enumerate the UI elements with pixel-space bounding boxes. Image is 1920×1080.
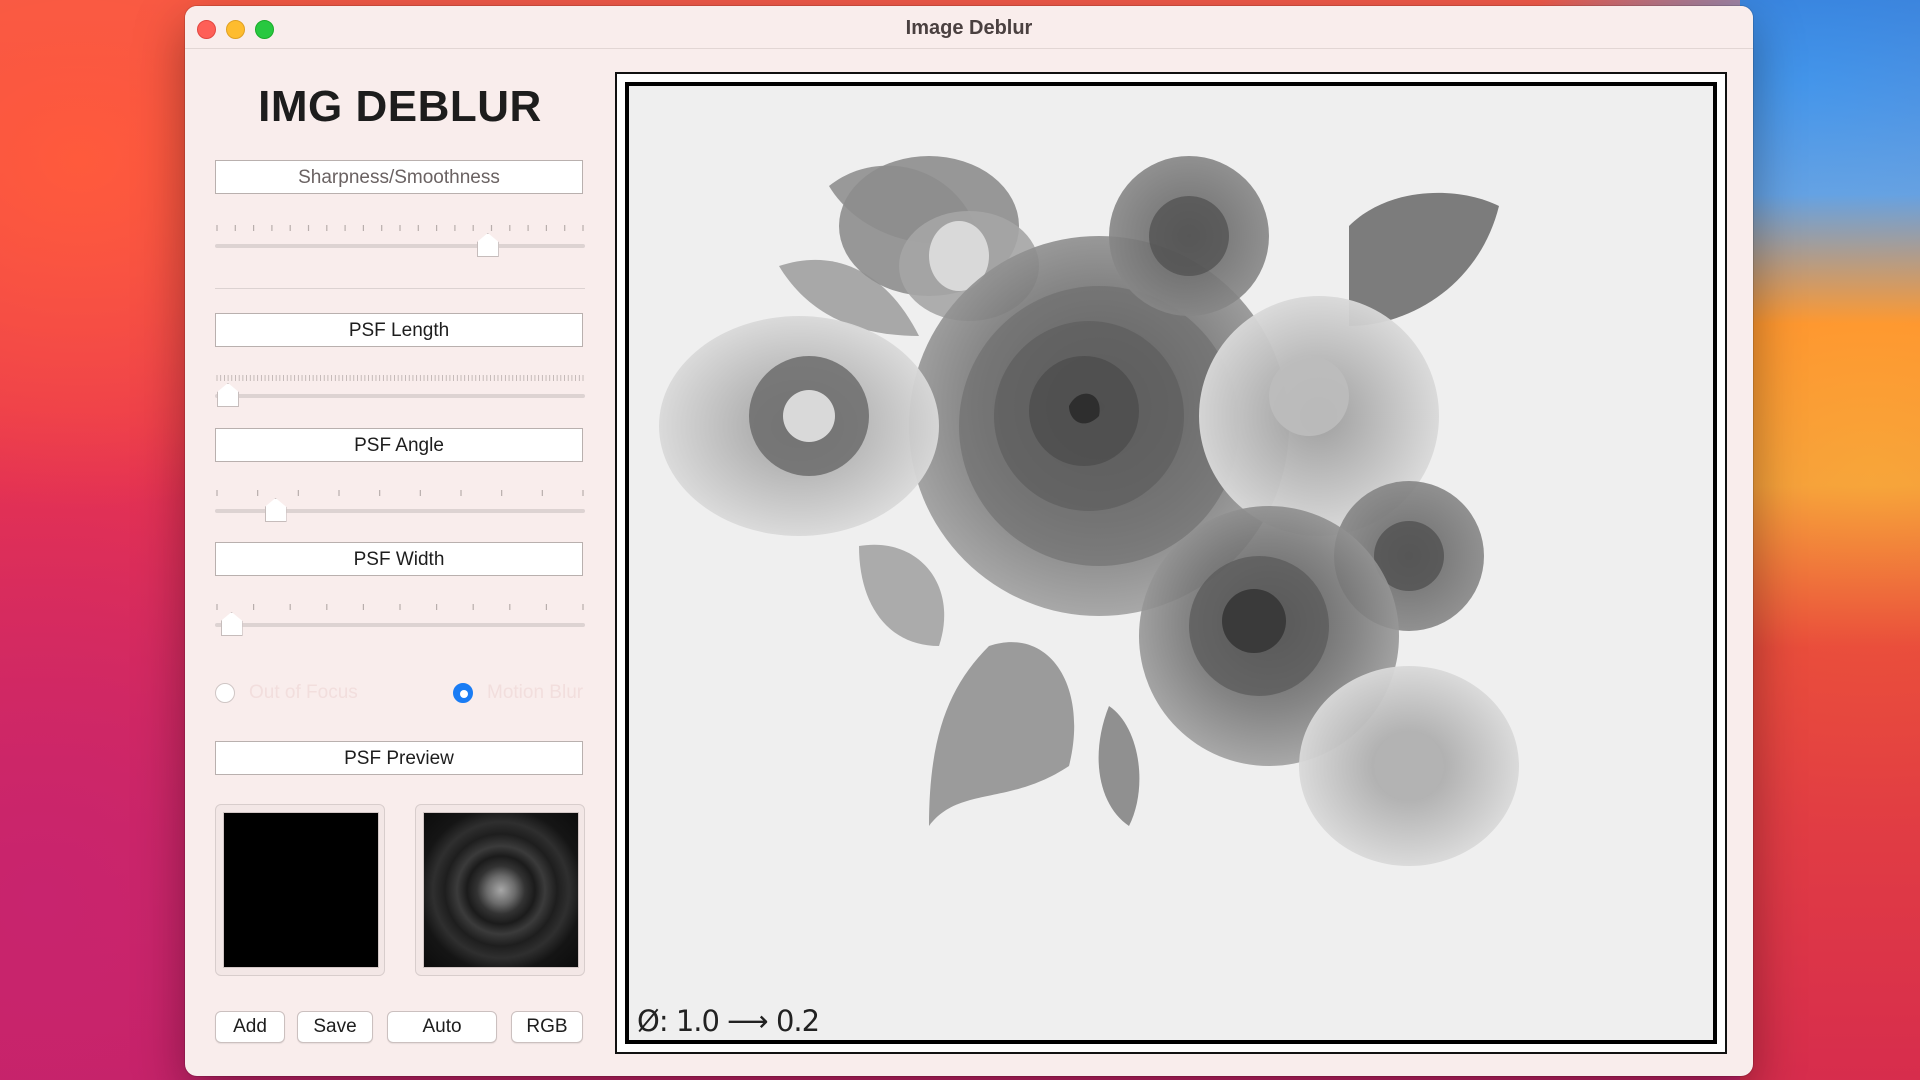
slider-thumb[interactable] bbox=[476, 233, 499, 257]
slider-ticks bbox=[216, 375, 584, 381]
slider-ticks bbox=[216, 490, 584, 496]
out-of-focus-option[interactable]: Out of Focus bbox=[215, 680, 358, 706]
section-divider bbox=[215, 288, 585, 289]
app-window: Image Deblur IMG DEBLUR Sharpness/Smooth… bbox=[185, 6, 1753, 1076]
psf-width-label: PSF Width bbox=[215, 542, 583, 576]
psf-preview-label: PSF Preview bbox=[215, 741, 583, 775]
psf-spectrum-preview bbox=[415, 804, 585, 976]
psf-width-slider[interactable] bbox=[215, 602, 585, 642]
auto-button[interactable]: Auto bbox=[387, 1011, 497, 1043]
psf-angle-label: PSF Angle bbox=[215, 428, 583, 462]
slider-track bbox=[215, 244, 585, 248]
save-button[interactable]: Save bbox=[297, 1011, 373, 1043]
slider-thumb[interactable] bbox=[220, 612, 243, 636]
out-of-focus-label: Out of Focus bbox=[249, 682, 358, 703]
deblur-status-readout: Ø: 1.0 ⟶ 0.2 bbox=[637, 1004, 820, 1038]
slider-track bbox=[215, 394, 585, 398]
add-button[interactable]: Add bbox=[215, 1011, 285, 1043]
image-viewport[interactable]: Ø: 1.0 ⟶ 0.2 bbox=[625, 82, 1717, 1044]
psf-spectrum-image bbox=[423, 812, 579, 968]
out-of-focus-radio[interactable] bbox=[215, 683, 235, 703]
psf-length-slider[interactable] bbox=[215, 373, 585, 413]
rgb-button[interactable]: RGB bbox=[511, 1011, 583, 1043]
psf-length-label: PSF Length bbox=[215, 313, 583, 347]
flower-bouquet-image bbox=[659, 156, 1519, 866]
slider-ticks bbox=[216, 604, 584, 610]
psf-kernel-preview bbox=[215, 804, 385, 976]
psf-kernel-image bbox=[223, 812, 379, 968]
psf-angle-slider[interactable] bbox=[215, 488, 585, 528]
sharpness-slider[interactable] bbox=[215, 223, 585, 263]
title-bar: Image Deblur bbox=[185, 6, 1753, 49]
slider-thumb[interactable] bbox=[264, 498, 287, 522]
slider-ticks bbox=[216, 225, 584, 231]
sharpness-label: Sharpness/Smoothness bbox=[215, 160, 583, 194]
slider-track bbox=[215, 623, 585, 627]
slider-thumb[interactable] bbox=[216, 383, 239, 407]
image-canvas[interactable]: Ø: 1.0 ⟶ 0.2 bbox=[615, 72, 1727, 1054]
motion-blur-label: Motion Blur bbox=[487, 682, 584, 703]
app-title: IMG DEBLUR bbox=[258, 82, 542, 131]
desktop-wallpaper bbox=[1740, 0, 1920, 1080]
window-title: Image Deblur bbox=[905, 17, 1033, 39]
motion-blur-option[interactable]: Motion Blur bbox=[453, 680, 583, 706]
motion-blur-radio[interactable] bbox=[453, 683, 473, 703]
